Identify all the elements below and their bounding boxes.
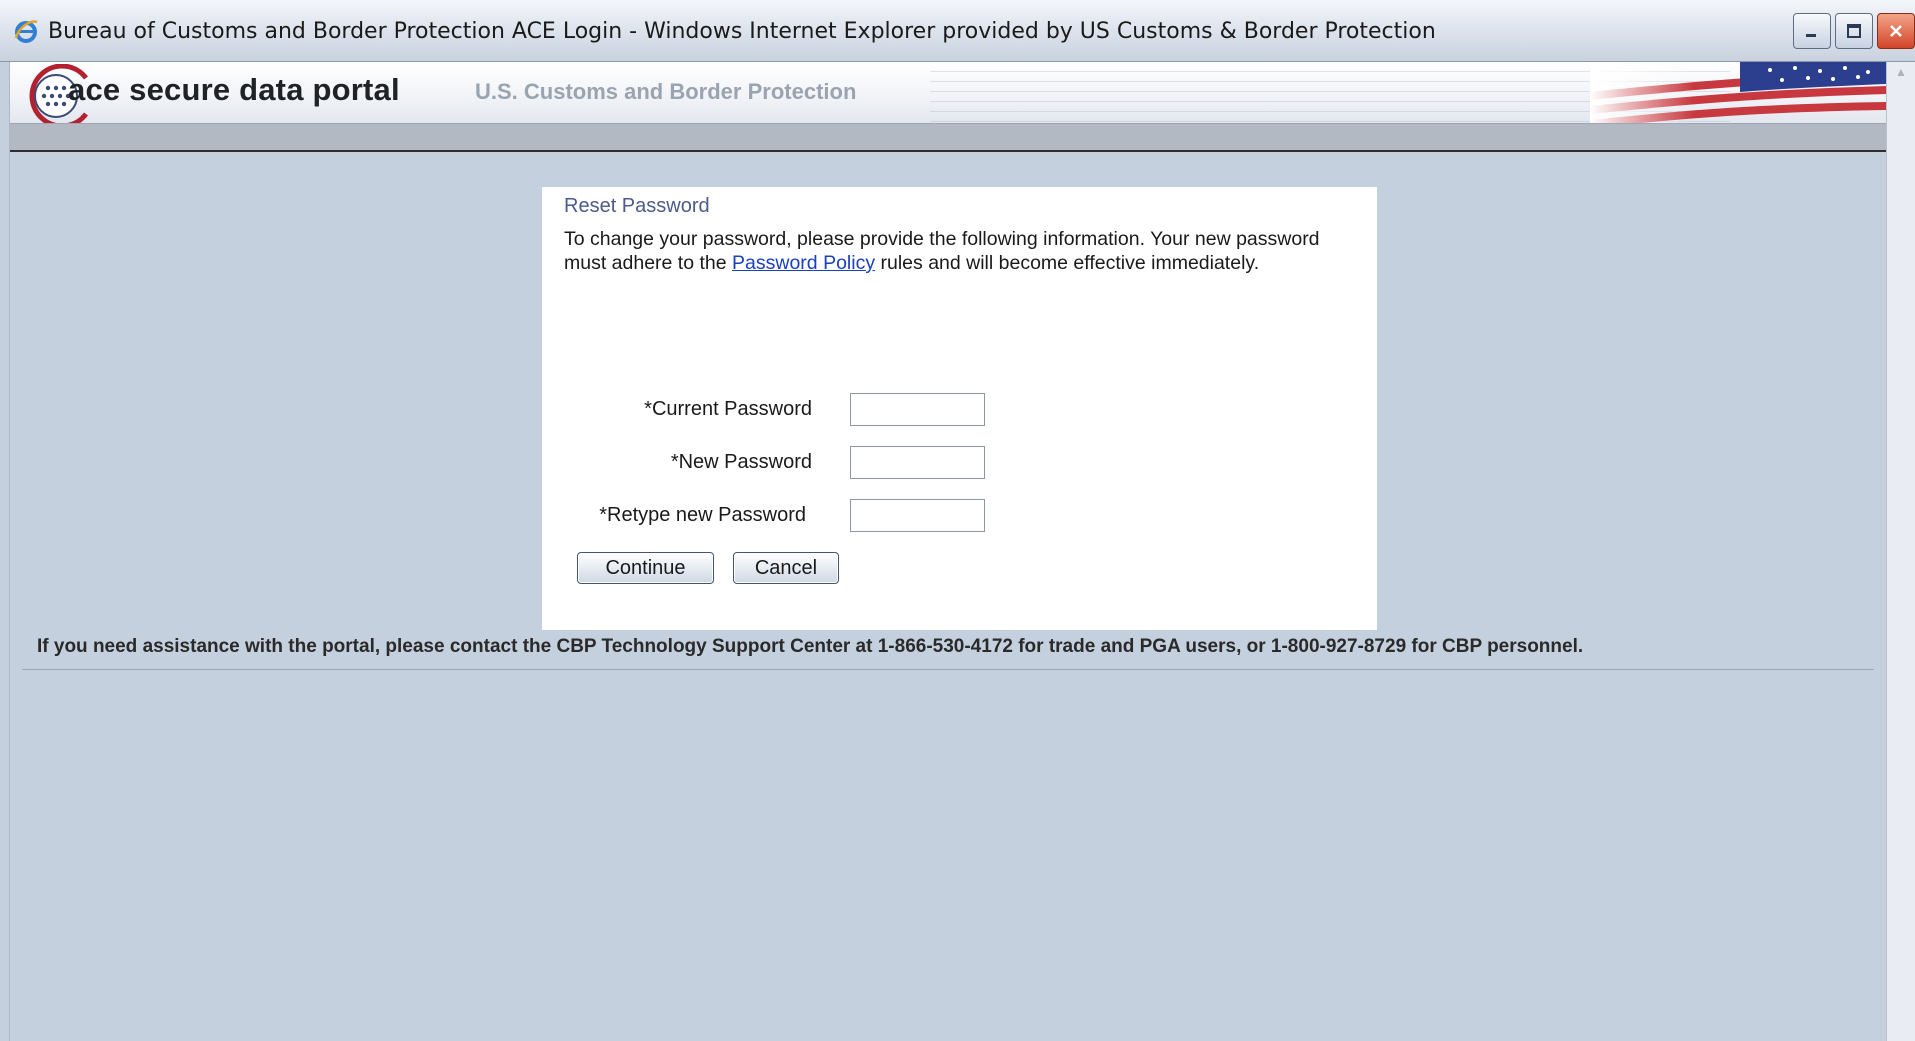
reset-password-panel: Reset Password To change your password, … <box>542 187 1377 630</box>
ie-icon <box>13 18 39 44</box>
new-password-label: *New Password <box>670 451 812 473</box>
support-notice: If you need assistance with the portal, … <box>37 636 1584 657</box>
continue-button[interactable]: Continue <box>577 552 714 584</box>
retype-password-input[interactable] <box>850 499 985 532</box>
nav-strip <box>10 124 1886 152</box>
maximize-icon <box>1847 24 1861 38</box>
scroll-up-icon[interactable]: ▲ <box>1891 62 1911 82</box>
vertical-scrollbar[interactable] <box>1886 62 1915 1041</box>
us-flag-icon <box>1590 62 1886 123</box>
retype-password-label: *Retype new Password <box>599 504 806 526</box>
close-icon <box>1890 25 1902 37</box>
current-password-label: *Current Password <box>644 398 812 420</box>
minimize-icon <box>1806 34 1816 37</box>
portal-banner: ace secure data portal U.S. Customs and … <box>10 62 1886 124</box>
brand-subtitle: U.S. Customs and Border Protection <box>475 79 857 104</box>
intro-text-after: rules and will become effective immediat… <box>875 252 1260 274</box>
close-button[interactable] <box>1877 13 1915 49</box>
window-title: Bureau of Customs and Border Protection … <box>48 19 1436 44</box>
window-titlebar[interactable]: Bureau of Customs and Border Protection … <box>0 0 1915 62</box>
minimize-button[interactable] <box>1793 13 1831 49</box>
new-password-input[interactable] <box>850 446 985 479</box>
current-password-input[interactable] <box>850 393 985 426</box>
window-controls <box>1793 13 1915 49</box>
divider <box>22 669 1874 670</box>
cancel-button[interactable]: Cancel <box>733 552 839 584</box>
panel-intro: To change your password, please provide … <box>564 227 1364 275</box>
brand-title: ace secure data portal <box>68 72 400 107</box>
password-policy-link[interactable]: Password Policy <box>732 252 875 274</box>
maximize-button[interactable] <box>1835 13 1873 49</box>
panel-title: Reset Password <box>564 195 710 217</box>
window-left-frame <box>0 62 10 1041</box>
